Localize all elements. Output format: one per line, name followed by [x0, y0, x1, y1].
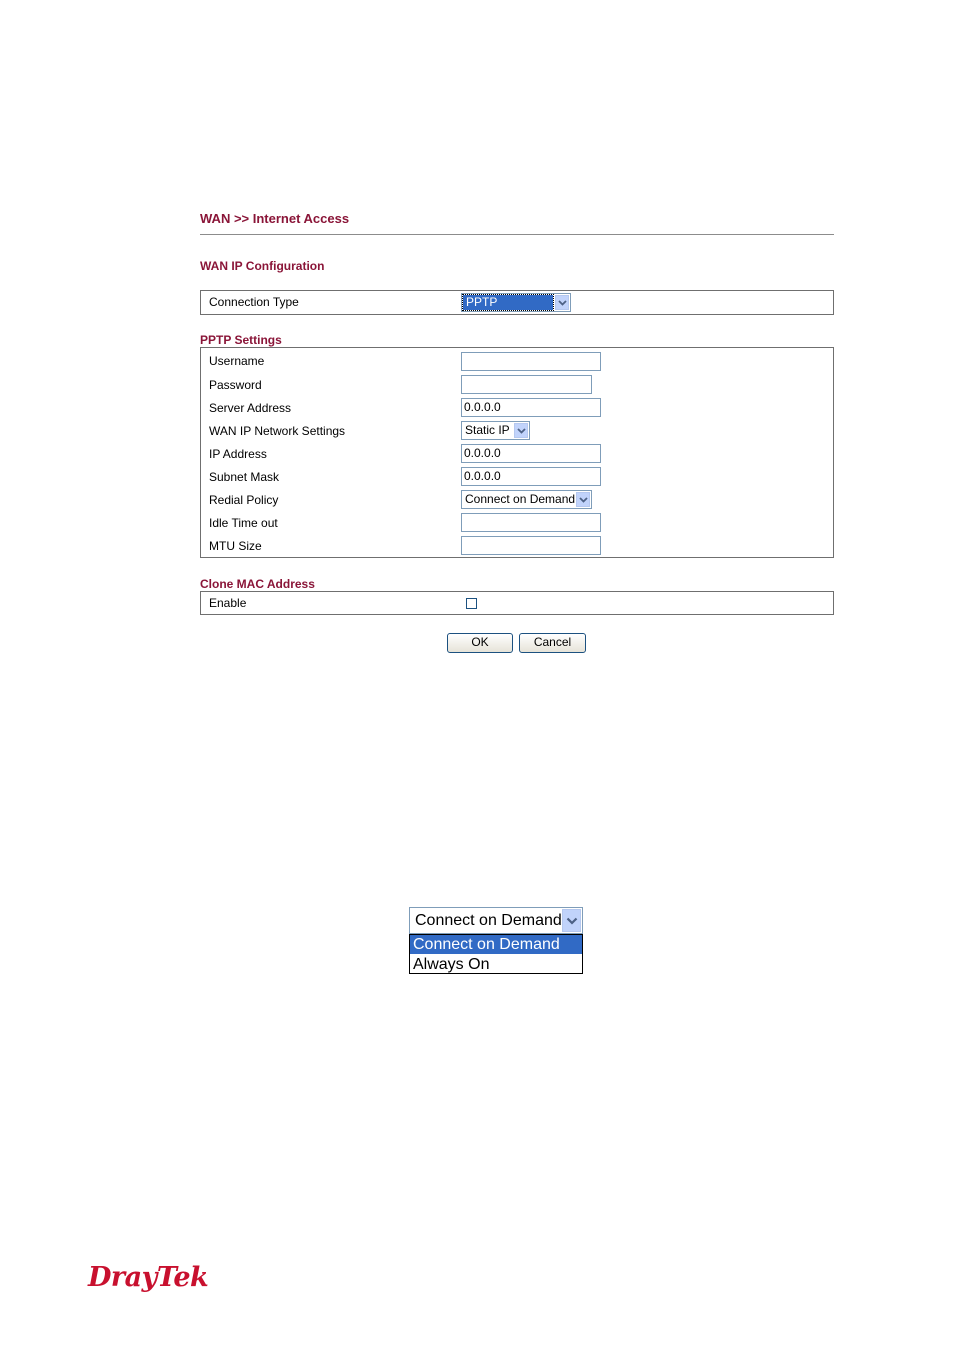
dropdown-option-connect-on-demand[interactable]: Connect on Demand	[410, 935, 582, 954]
chevron-down-icon[interactable]	[514, 423, 528, 438]
redial-policy-dropdown-list: Connect on Demand Always On	[409, 934, 583, 974]
username-input[interactable]	[461, 352, 601, 371]
chevron-down-icon[interactable]	[576, 492, 590, 507]
wan-ip-configuration-title: WAN IP Configuration	[200, 259, 325, 273]
connection-type-value: PPTP	[462, 294, 554, 311]
redial-policy-dropdown-example[interactable]: Connect on Demand	[409, 907, 583, 934]
mtu-size-label: MTU Size	[209, 539, 262, 553]
server-address-row: Server Address 0.0.0.0	[201, 397, 833, 420]
idle-timeout-label: Idle Time out	[209, 516, 278, 530]
server-address-label: Server Address	[209, 401, 292, 415]
draytek-logo: DrayTek	[88, 1262, 209, 1293]
connection-type-select[interactable]: PPTP	[461, 293, 571, 312]
cancel-button[interactable]: Cancel	[519, 633, 586, 653]
server-address-input[interactable]: 0.0.0.0	[461, 398, 601, 417]
username-label: Username	[209, 354, 265, 368]
pptp-settings-panel: Username Password Server Address 0.0.0.0…	[200, 347, 834, 558]
wan-ip-network-settings-value: Static IP	[465, 423, 510, 437]
chevron-down-icon[interactable]	[555, 295, 569, 310]
clone-mac-title: Clone MAC Address	[200, 577, 315, 591]
password-input[interactable]	[461, 375, 592, 394]
subnet-mask-label: Subnet Mask	[209, 470, 280, 484]
ip-address-input[interactable]: 0.0.0.0	[461, 444, 601, 463]
wan-ip-network-settings-select[interactable]: Static IP	[461, 421, 530, 440]
mtu-size-input[interactable]	[461, 536, 601, 555]
redial-policy-select[interactable]: Connect on Demand	[461, 490, 592, 509]
clone-mac-panel: Enable	[200, 591, 834, 615]
clone-mac-enable-checkbox[interactable]	[466, 598, 477, 609]
page-title: WAN >> Internet Access	[200, 211, 350, 226]
redial-policy-row: Redial Policy Connect on Demand	[201, 489, 833, 512]
redial-policy-dropdown-value: Connect on Demand	[415, 912, 562, 929]
subnet-mask-row: Subnet Mask 0.0.0.0	[201, 466, 833, 489]
title-divider	[200, 234, 834, 235]
clone-mac-enable-label: Enable	[209, 596, 247, 610]
wan-ip-network-settings-row: WAN IP Network Settings Static IP	[201, 420, 833, 443]
subnet-mask-input[interactable]: 0.0.0.0	[461, 467, 601, 486]
mtu-size-row: MTU Size	[201, 535, 833, 558]
password-row: Password	[201, 374, 833, 397]
redial-policy-value: Connect on Demand	[465, 492, 576, 506]
pptp-settings-title: PPTP Settings	[200, 333, 282, 347]
idle-timeout-input[interactable]	[461, 513, 601, 532]
idle-timeout-row: Idle Time out	[201, 512, 833, 535]
redial-policy-label: Redial Policy	[209, 493, 279, 507]
ok-button[interactable]: OK	[447, 633, 513, 653]
connection-type-row: Connection Type PPTP	[201, 291, 833, 314]
wan-ip-network-settings-label: WAN IP Network Settings	[209, 424, 346, 438]
password-label: Password	[209, 378, 262, 392]
chevron-down-icon[interactable]	[562, 909, 581, 932]
connection-type-panel: Connection Type PPTP	[200, 290, 834, 315]
username-row: Username	[201, 350, 833, 373]
ip-address-label: IP Address	[209, 447, 267, 461]
ip-address-row: IP Address 0.0.0.0	[201, 443, 833, 466]
connection-type-label: Connection Type	[209, 295, 299, 309]
dropdown-option-always-on[interactable]: Always On	[410, 955, 582, 974]
clone-mac-enable-row: Enable	[201, 592, 833, 615]
